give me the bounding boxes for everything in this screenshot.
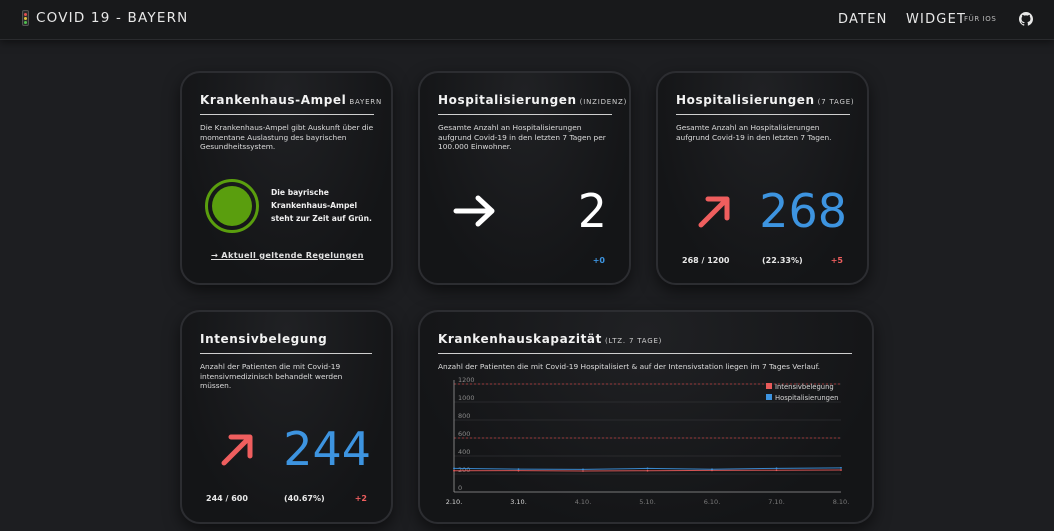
hosp7-card: Hospitalisierungen (7 TAGE) Gesamte Anzah… xyxy=(656,71,869,285)
intensiv-percent: (40.67%) xyxy=(284,494,325,503)
inzidenz-title: Hospitalisierungen xyxy=(438,93,577,107)
nav-widget-link[interactable]: WIDGET xyxy=(906,12,966,27)
chart-x-tick-label: 2.10. xyxy=(446,498,463,506)
chart-x-tick-label: 3.10. xyxy=(510,498,527,506)
arrow-up-right-icon xyxy=(698,196,730,228)
ampel-description: Die Krankenhaus-Ampel gibt Auskunft über… xyxy=(200,123,374,152)
title-divider xyxy=(438,114,612,115)
chart-legend-swatch xyxy=(766,394,772,400)
chart-y-tick-label: 800 xyxy=(458,412,470,420)
title-divider xyxy=(200,114,374,115)
traffic-light-icon xyxy=(22,10,29,26)
title-divider xyxy=(200,353,372,354)
chart-data-point xyxy=(453,467,455,470)
hosp7-change: +5 xyxy=(830,256,843,265)
chart-y-tick-label: 400 xyxy=(458,448,470,456)
intensiv-card: Intensivbelegung Anzahl der Patienten di… xyxy=(180,310,393,524)
intensiv-value: 244 xyxy=(283,422,371,476)
chart-data-point xyxy=(646,469,649,472)
card-title: Intensivbelegung xyxy=(200,332,327,346)
chart-legend-swatch xyxy=(766,383,772,389)
ampel-title-sub: BAYERN xyxy=(349,98,382,106)
ampel-title: Krankenhaus-Ampel xyxy=(200,93,347,107)
inzidenz-card: Hospitalisierungen (INZIDENZ) Gesamte Anz… xyxy=(418,71,631,285)
intensiv-ratio: 244 / 600 xyxy=(206,494,248,503)
chart-data-point xyxy=(775,467,778,470)
chart-y-tick-label: 0 xyxy=(458,484,462,492)
kapazitaet-chart: 0 200 400 600 800 1000 1200 2.10. 3.10. 4.10. 5.10… xyxy=(446,376,850,506)
app-title: COVID 19 - BAYERN xyxy=(36,10,189,26)
inzidenz-title-sub: (INZIDENZ) xyxy=(579,98,628,106)
chart-data-point xyxy=(453,469,455,472)
title-divider xyxy=(438,353,852,354)
intensiv-title: Intensivbelegung xyxy=(200,332,328,346)
chart-y-tick-label: 200 xyxy=(458,466,470,474)
card-title: Krankenhaus-Ampel BAYERN xyxy=(200,93,382,107)
chart-x-tick-label: 8.10. xyxy=(833,498,850,506)
card-title: Krankenhauskapazität (LTZ. 7 TAGE) xyxy=(438,332,662,346)
kapazitaet-title: Krankenhauskapazität xyxy=(438,332,602,346)
inzidenz-value: 2 xyxy=(577,184,607,238)
card-title: Hospitalisierungen (INZIDENZ) xyxy=(438,93,627,107)
inzidenz-change: +0 xyxy=(592,256,605,265)
hosp7-value: 268 xyxy=(759,184,847,238)
inzidenz-description: Gesamte Anzahl an Hospitalisierungen auf… xyxy=(438,123,606,152)
kapazitaet-description: Anzahl der Patienten die mit Covid-19 Ho… xyxy=(438,362,821,371)
chart-y-tick-label: 1200 xyxy=(458,376,475,384)
chart-data-point xyxy=(840,469,842,471)
kapazitaet-card: Krankenhauskapazität (LTZ. 7 TAGE) Anzahl… xyxy=(418,310,874,524)
card-title: Hospitalisierungen (7 TAGE) xyxy=(676,93,854,107)
chart-data-point xyxy=(775,469,778,472)
chart-x-tick-label: 5.10. xyxy=(639,498,656,506)
title-divider xyxy=(676,114,850,115)
arrow-up-right-icon xyxy=(221,434,253,466)
chart-y-tick-label: 1000 xyxy=(458,394,475,402)
chart-data-point xyxy=(646,467,649,470)
green-traffic-light-icon xyxy=(205,179,259,233)
github-icon[interactable] xyxy=(1019,12,1033,26)
chart-legend-label: Intensivbelegung xyxy=(775,383,834,391)
ampel-status-text: Die bayrische Krankenhaus-Ampel steht zu… xyxy=(271,188,372,223)
chart-data-point xyxy=(517,468,520,471)
top-navbar: COVID 19 - BAYERN DATEN WIDGET FÜR IOS xyxy=(0,0,1054,40)
chart-data-point xyxy=(711,468,713,471)
nav-widget-sub-label: FÜR IOS xyxy=(964,15,997,23)
intensiv-description: Anzahl der Patienten die mit Covid-19 in… xyxy=(200,362,343,391)
chart-data-point xyxy=(582,468,584,471)
chart-data-point xyxy=(582,470,584,472)
hosp7-description: Gesamte Anzahl an Hospitalisierungen auf… xyxy=(676,123,832,142)
hosp7-ratio: 268 / 1200 xyxy=(682,256,730,265)
ampel-card: Krankenhaus-Ampel BAYERN Die Krankenhaus-… xyxy=(180,71,393,285)
kapazitaet-title-sub: (LTZ. 7 TAGE) xyxy=(604,337,663,345)
chart-data-point xyxy=(840,466,842,469)
chart-x-tick-label: 6.10. xyxy=(704,498,721,506)
hosp7-title: Hospitalisierungen xyxy=(676,93,815,107)
hosp7-percent: (22.33%) xyxy=(762,256,803,265)
brand[interactable]: COVID 19 - BAYERN xyxy=(22,10,188,26)
chart-legend-label: Hospitalisierungen xyxy=(775,394,838,402)
regelungen-link[interactable]: → Aktuell geltende Regelungen xyxy=(211,250,364,260)
arrow-right-icon xyxy=(453,195,495,227)
nav-daten-link[interactable]: DATEN xyxy=(838,12,888,27)
chart-x-tick-label: 7.10. xyxy=(768,498,785,506)
chart-y-tick-label: 600 xyxy=(458,430,470,438)
intensiv-change: +2 xyxy=(354,494,367,503)
chart-x-tick-label: 4.10. xyxy=(575,498,592,506)
hosp7-title-sub: (7 TAGE) xyxy=(817,98,855,106)
